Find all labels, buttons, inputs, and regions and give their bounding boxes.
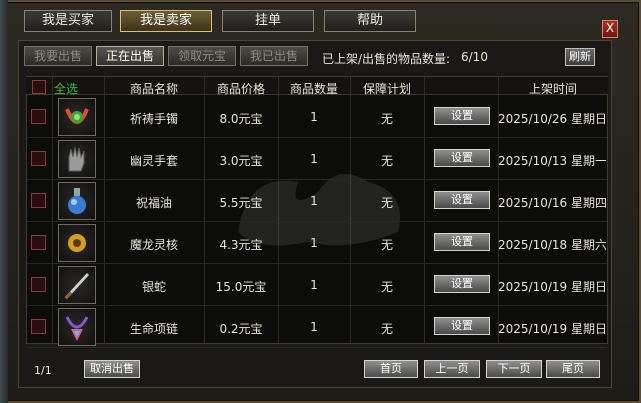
subtab-on-sale[interactable]: 正在出售	[96, 46, 164, 66]
settings-button[interactable]: 设置	[434, 191, 490, 209]
last-page-button[interactable]: 尾页	[546, 360, 600, 378]
item-price: 0.2元宝	[219, 322, 263, 336]
prev-page-button[interactable]: 上一页	[424, 360, 480, 378]
refresh-button[interactable]: 刷新	[565, 48, 595, 66]
item-price: 3.0元宝	[219, 154, 263, 168]
select-all-label[interactable]: 全选	[54, 80, 78, 97]
item-slot[interactable]	[58, 224, 96, 262]
first-page-button[interactable]: 首页	[364, 360, 418, 378]
cancel-sale-button[interactable]: 取消出售	[84, 360, 140, 378]
row-checkbox[interactable]	[31, 277, 46, 292]
next-page-button[interactable]: 下一页	[486, 360, 542, 378]
sword-icon	[59, 273, 95, 306]
item-name: 银蛇	[141, 280, 166, 294]
item-quantity: 1	[310, 152, 318, 166]
item-price: 4.3元宝	[219, 238, 263, 252]
column-header-listed-time: 上架时间	[528, 82, 577, 96]
item-name: 生命项链	[129, 322, 178, 336]
item-guarantee: 无	[380, 322, 393, 336]
subtab-collect-yuanbao[interactable]: 领取元宝	[168, 46, 236, 66]
item-slot[interactable]	[58, 308, 96, 346]
tab-seller[interactable]: 我是卖家	[120, 10, 212, 32]
item-quantity: 1	[310, 110, 318, 124]
select-all-checkbox[interactable]	[32, 80, 46, 94]
item-guarantee: 无	[380, 154, 393, 168]
item-guarantee: 无	[380, 196, 393, 210]
listed-time: 2025/10/16 星期四 0:26	[498, 196, 606, 210]
item-quantity: 1	[310, 236, 318, 250]
column-header-guarantee: 保障计划	[362, 82, 411, 96]
settings-button[interactable]: 设置	[434, 317, 490, 335]
column-header-quantity: 商品数量	[289, 82, 338, 96]
row-checkbox[interactable]	[31, 151, 46, 166]
tab-help[interactable]: 帮助	[324, 10, 416, 32]
item-price: 8.0元宝	[219, 112, 263, 126]
necklace-icon	[59, 316, 95, 348]
settings-button[interactable]: 设置	[434, 275, 490, 293]
subtab-sold[interactable]: 我已出售	[240, 46, 308, 66]
row-checkbox[interactable]	[31, 109, 46, 124]
glove-icon	[59, 146, 95, 180]
item-price: 5.5元宝	[219, 196, 263, 210]
close-button[interactable]: X	[602, 20, 618, 38]
item-name: 祝福油	[135, 196, 172, 210]
listed-time: 2025/10/26 星期日 1:36	[498, 112, 606, 126]
item-guarantee: 无	[380, 112, 393, 126]
item-slot[interactable]	[58, 266, 96, 304]
item-name: 祈祷手镯	[129, 112, 178, 126]
listed-time: 2025/10/19 星期日 0:59	[498, 322, 606, 336]
row-checkbox[interactable]	[31, 235, 46, 250]
listed-time: 2025/10/19 星期日 0:36	[498, 280, 606, 294]
listed-time: 2025/10/13 星期一 1:32	[498, 154, 606, 168]
row-checkbox[interactable]	[31, 193, 46, 208]
column-header-name: 商品名称	[129, 82, 178, 96]
tab-listing[interactable]: 挂单	[222, 10, 314, 32]
item-guarantee: 无	[380, 238, 393, 252]
item-quantity: 1	[310, 194, 318, 208]
item-quantity: 1	[310, 320, 318, 334]
item-slot[interactable]	[58, 182, 96, 220]
listed-count-label: 已上架/出售的物品数量:	[322, 52, 451, 66]
tab-buyer[interactable]: 我是买家	[24, 10, 112, 32]
item-quantity: 1	[310, 278, 318, 292]
item-name: 幽灵手套	[129, 154, 178, 168]
window-edge	[0, 0, 8, 403]
potion-icon	[59, 188, 95, 222]
item-name: 魔龙灵核	[129, 238, 178, 252]
bracelet-icon	[59, 108, 95, 138]
dragon-core-icon	[59, 234, 95, 264]
row-checkbox[interactable]	[31, 319, 46, 334]
settings-button[interactable]: 设置	[434, 107, 490, 125]
settings-button[interactable]: 设置	[434, 233, 490, 251]
item-slot[interactable]	[58, 140, 96, 178]
listed-count-value: 6/10	[461, 50, 488, 64]
column-header-price: 商品价格	[216, 82, 265, 96]
settings-button[interactable]: 设置	[434, 149, 490, 167]
item-guarantee: 无	[380, 280, 393, 294]
subtab-sell[interactable]: 我要出售	[24, 46, 92, 66]
listed-time: 2025/10/18 星期六 2:00	[498, 238, 606, 252]
page-indicator: 1/1	[34, 364, 52, 377]
item-slot[interactable]	[58, 98, 96, 136]
item-price: 15.0元宝	[215, 280, 267, 294]
